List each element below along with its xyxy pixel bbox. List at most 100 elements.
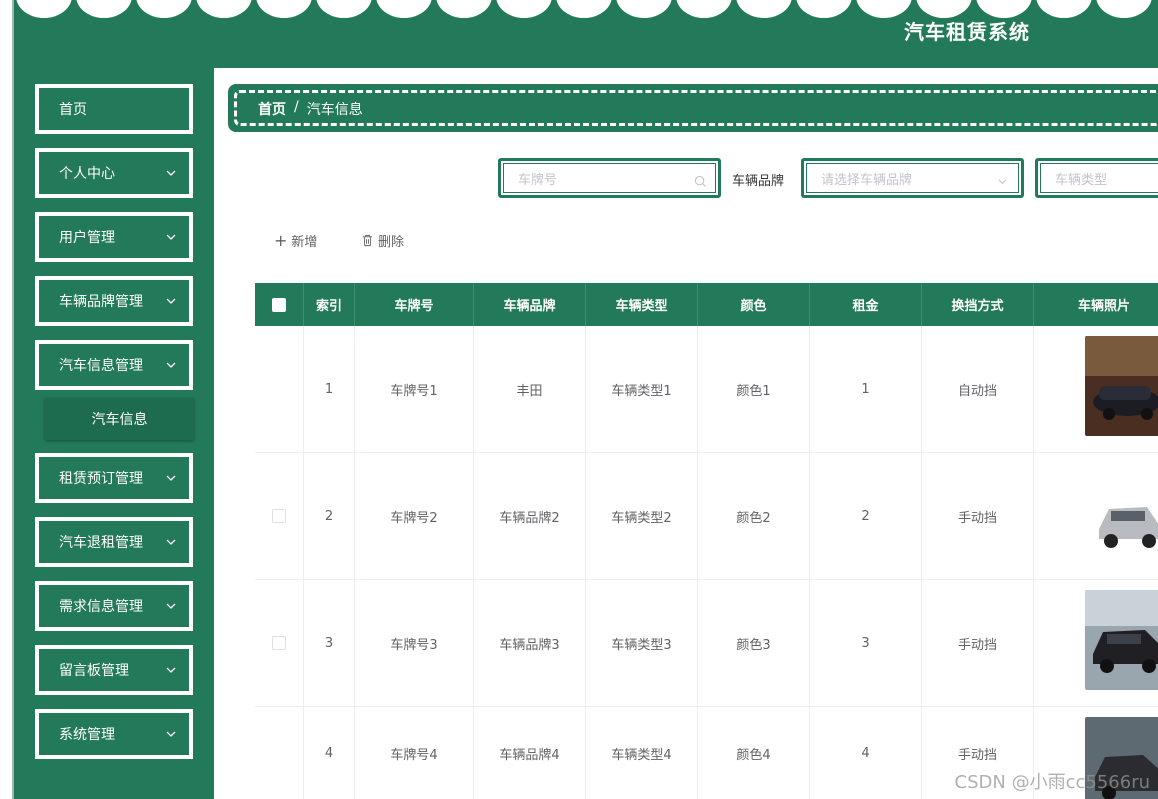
breadcrumb: 首页 / 汽车信息	[228, 84, 1158, 132]
chevron-down-icon	[166, 667, 176, 673]
trash-icon	[362, 234, 373, 247]
cell-index: 3	[304, 580, 355, 706]
cell-brand: 车辆品牌3	[474, 580, 586, 706]
sidebar-item-label: 需求信息管理	[59, 599, 143, 615]
chevron-down-icon	[166, 298, 176, 304]
column-header-gear[interactable]: 换挡方式	[922, 283, 1034, 326]
plus-icon: +	[274, 231, 288, 250]
vehicle-type-input[interactable]: 车辆类型	[1035, 158, 1158, 198]
cell-plate: 车牌号1	[355, 326, 474, 452]
submenu-item-label: 汽车信息	[91, 412, 148, 428]
column-header-rent[interactable]: 租金	[810, 283, 922, 326]
search-icon	[694, 175, 707, 188]
table-row[interactable]: 2 车牌号2 车辆品牌2 车辆类型2 颜色2 2 手动挡	[255, 453, 1158, 580]
column-header-photo[interactable]: 车辆照片	[1034, 283, 1158, 326]
sidebar-item-user-management[interactable]: 用户管理	[35, 212, 193, 262]
car-photo-image[interactable]	[1085, 336, 1158, 436]
select-all-cell	[255, 283, 304, 326]
table-row[interactable]: 1 车牌号1 丰田 车辆类型1 颜色1 1 自动挡	[255, 326, 1158, 453]
row-checkbox[interactable]	[272, 636, 286, 650]
row-checkbox[interactable]	[272, 509, 286, 523]
sidebar-item-label: 系统管理	[59, 727, 115, 743]
sidebar-item-label: 首页	[59, 102, 87, 118]
sidebar-item-system-management[interactable]: 系统管理	[35, 709, 193, 759]
column-header-color[interactable]: 颜色	[698, 283, 810, 326]
chevron-down-icon	[166, 539, 176, 545]
cell-rent: 1	[810, 326, 922, 452]
cell-plate: 车牌号4	[355, 707, 474, 799]
chevron-down-icon	[166, 603, 176, 609]
cell-photo	[1034, 453, 1158, 579]
cell-color: 颜色2	[698, 453, 810, 579]
cell-index: 4	[304, 707, 355, 799]
sidebar-item-rental-return[interactable]: 汽车退租管理	[35, 517, 193, 567]
plate-search-input[interactable]: 车牌号	[498, 158, 721, 198]
cell-photo	[1034, 326, 1158, 452]
cell-brand: 车辆品牌4	[474, 707, 586, 799]
table-row[interactable]: 3 车牌号3 车辆品牌3 车辆类型3 颜色3 3 手动挡	[255, 580, 1158, 707]
cell-brand: 车辆品牌2	[474, 453, 586, 579]
sidebar-item-home[interactable]: 首页	[35, 84, 193, 134]
chevron-down-icon	[998, 179, 1007, 185]
cell-color: 颜色3	[698, 580, 810, 706]
table-header: 索引 车牌号 车辆品牌 车辆类型 颜色 租金 换挡方式 车辆照片	[255, 283, 1158, 326]
app-header: 汽车租赁系统	[14, 0, 1158, 68]
sidebar-item-label: 个人中心	[59, 166, 115, 182]
cell-gear: 手动挡	[922, 580, 1034, 706]
sidebar-item-label: 租赁预订管理	[59, 471, 143, 487]
cell-plate: 车牌号3	[355, 580, 474, 706]
cell-index: 1	[304, 326, 355, 452]
submenu-item-car-info[interactable]: 汽车信息	[45, 398, 194, 440]
plate-search-placeholder: 车牌号	[518, 172, 558, 188]
sidebar-item-label: 车辆品牌管理	[59, 294, 143, 310]
sidebar-item-car-info-management[interactable]: 汽车信息管理	[35, 340, 193, 390]
breadcrumb-current: 汽车信息	[306, 102, 363, 118]
cell-brand: 丰田	[474, 326, 586, 452]
select-all-checkbox[interactable]	[272, 297, 286, 312]
cell-index: 2	[304, 453, 355, 579]
column-header-index[interactable]: 索引	[304, 283, 355, 326]
sidebar-item-demand-info[interactable]: 需求信息管理	[35, 581, 193, 631]
car-photo-image[interactable]	[1085, 590, 1158, 690]
breadcrumb-trail: 首页 / 汽车信息	[258, 99, 363, 119]
column-header-brand[interactable]: 车辆品牌	[474, 283, 586, 326]
sidebar: 首页 个人中心 用户管理 车辆品牌管理 汽车信息管理 汽车信息 租赁预订管理 汽…	[14, 68, 214, 799]
chevron-down-icon	[166, 475, 176, 481]
breadcrumb-home-link[interactable]: 首页	[258, 99, 286, 119]
sidebar-item-rental-booking[interactable]: 租赁预订管理	[35, 453, 193, 503]
breadcrumb-dashed-border	[234, 90, 1158, 126]
brand-filter-label: 车辆品牌	[732, 174, 785, 189]
cell-photo	[1034, 580, 1158, 706]
row-checkbox-cell	[255, 707, 304, 799]
sidebar-item-label: 用户管理	[59, 230, 115, 246]
cell-gear: 自动挡	[922, 326, 1034, 452]
add-button[interactable]: + 新增	[274, 231, 317, 250]
car-photo-image[interactable]	[1085, 467, 1158, 567]
sidebar-item-personal-center[interactable]: 个人中心	[35, 148, 193, 198]
cell-type: 车辆类型2	[586, 453, 698, 579]
sidebar-item-label: 汽车信息管理	[59, 358, 143, 374]
cell-plate: 车牌号2	[355, 453, 474, 579]
csdn-watermark: CSDN @小雨cc5566ru	[954, 772, 1150, 793]
delete-button[interactable]: 删除	[361, 231, 404, 250]
sidebar-item-brand-management[interactable]: 车辆品牌管理	[35, 276, 193, 326]
column-header-plate[interactable]: 车牌号	[355, 283, 474, 326]
app-root: 汽车租赁系统 首页 个人中心 用户管理 车辆品牌管理 汽车信息管理 汽车信息 租…	[0, 0, 1158, 799]
row-checkbox-cell	[255, 326, 304, 452]
cell-rent: 3	[810, 580, 922, 706]
sidebar-item-label: 留言板管理	[59, 663, 129, 679]
row-checkbox-cell	[255, 453, 304, 579]
cell-color: 颜色1	[698, 326, 810, 452]
brand-select[interactable]: 请选择车辆品牌	[801, 158, 1024, 198]
cell-rent: 2	[810, 453, 922, 579]
chevron-down-icon	[166, 234, 176, 240]
brand-select-placeholder: 请选择车辆品牌	[821, 172, 913, 188]
cell-color: 颜色4	[698, 707, 810, 799]
app-title: 汽车租赁系统	[904, 20, 1030, 44]
row-checkbox-cell	[255, 580, 304, 706]
cell-gear: 手动挡	[922, 453, 1034, 579]
cell-rent: 4	[810, 707, 922, 799]
delete-button-label: 删除	[378, 235, 405, 250]
column-header-type[interactable]: 车辆类型	[586, 283, 698, 326]
sidebar-item-message-board[interactable]: 留言板管理	[35, 645, 193, 695]
